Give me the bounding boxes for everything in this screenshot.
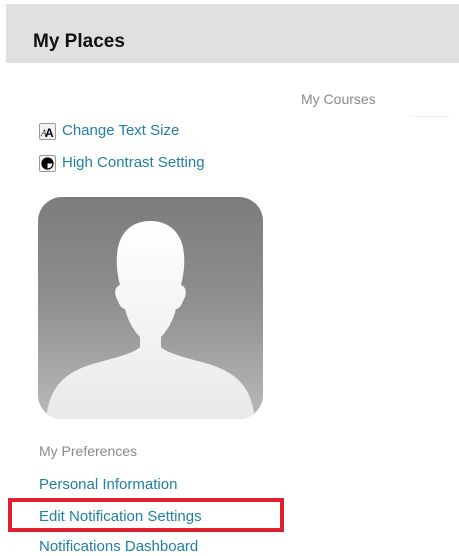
my-places-panel: My Places My Courses A A Change Text Siz… [0,0,459,556]
divider [410,116,450,117]
contrast-icon [39,154,56,172]
highlight-box [8,498,284,532]
change-text-size-row[interactable]: A A Change Text Size [39,121,179,141]
preferences-heading: My Preferences [39,443,138,459]
default-avatar-silhouette-icon [46,221,255,419]
my-courses-label: My Courses [301,91,376,107]
avatar[interactable] [38,197,263,419]
svg-text:A: A [45,126,54,139]
text-size-icon: A A [39,122,56,140]
change-text-size-link[interactable]: Change Text Size [62,122,179,140]
panel-title: My Places [33,31,125,52]
personal-information-link[interactable]: Personal Information [39,476,177,494]
notifications-dashboard-link[interactable]: Notifications Dashboard [39,538,198,556]
high-contrast-row[interactable]: High Contrast Setting [39,153,205,173]
high-contrast-link[interactable]: High Contrast Setting [62,154,205,172]
